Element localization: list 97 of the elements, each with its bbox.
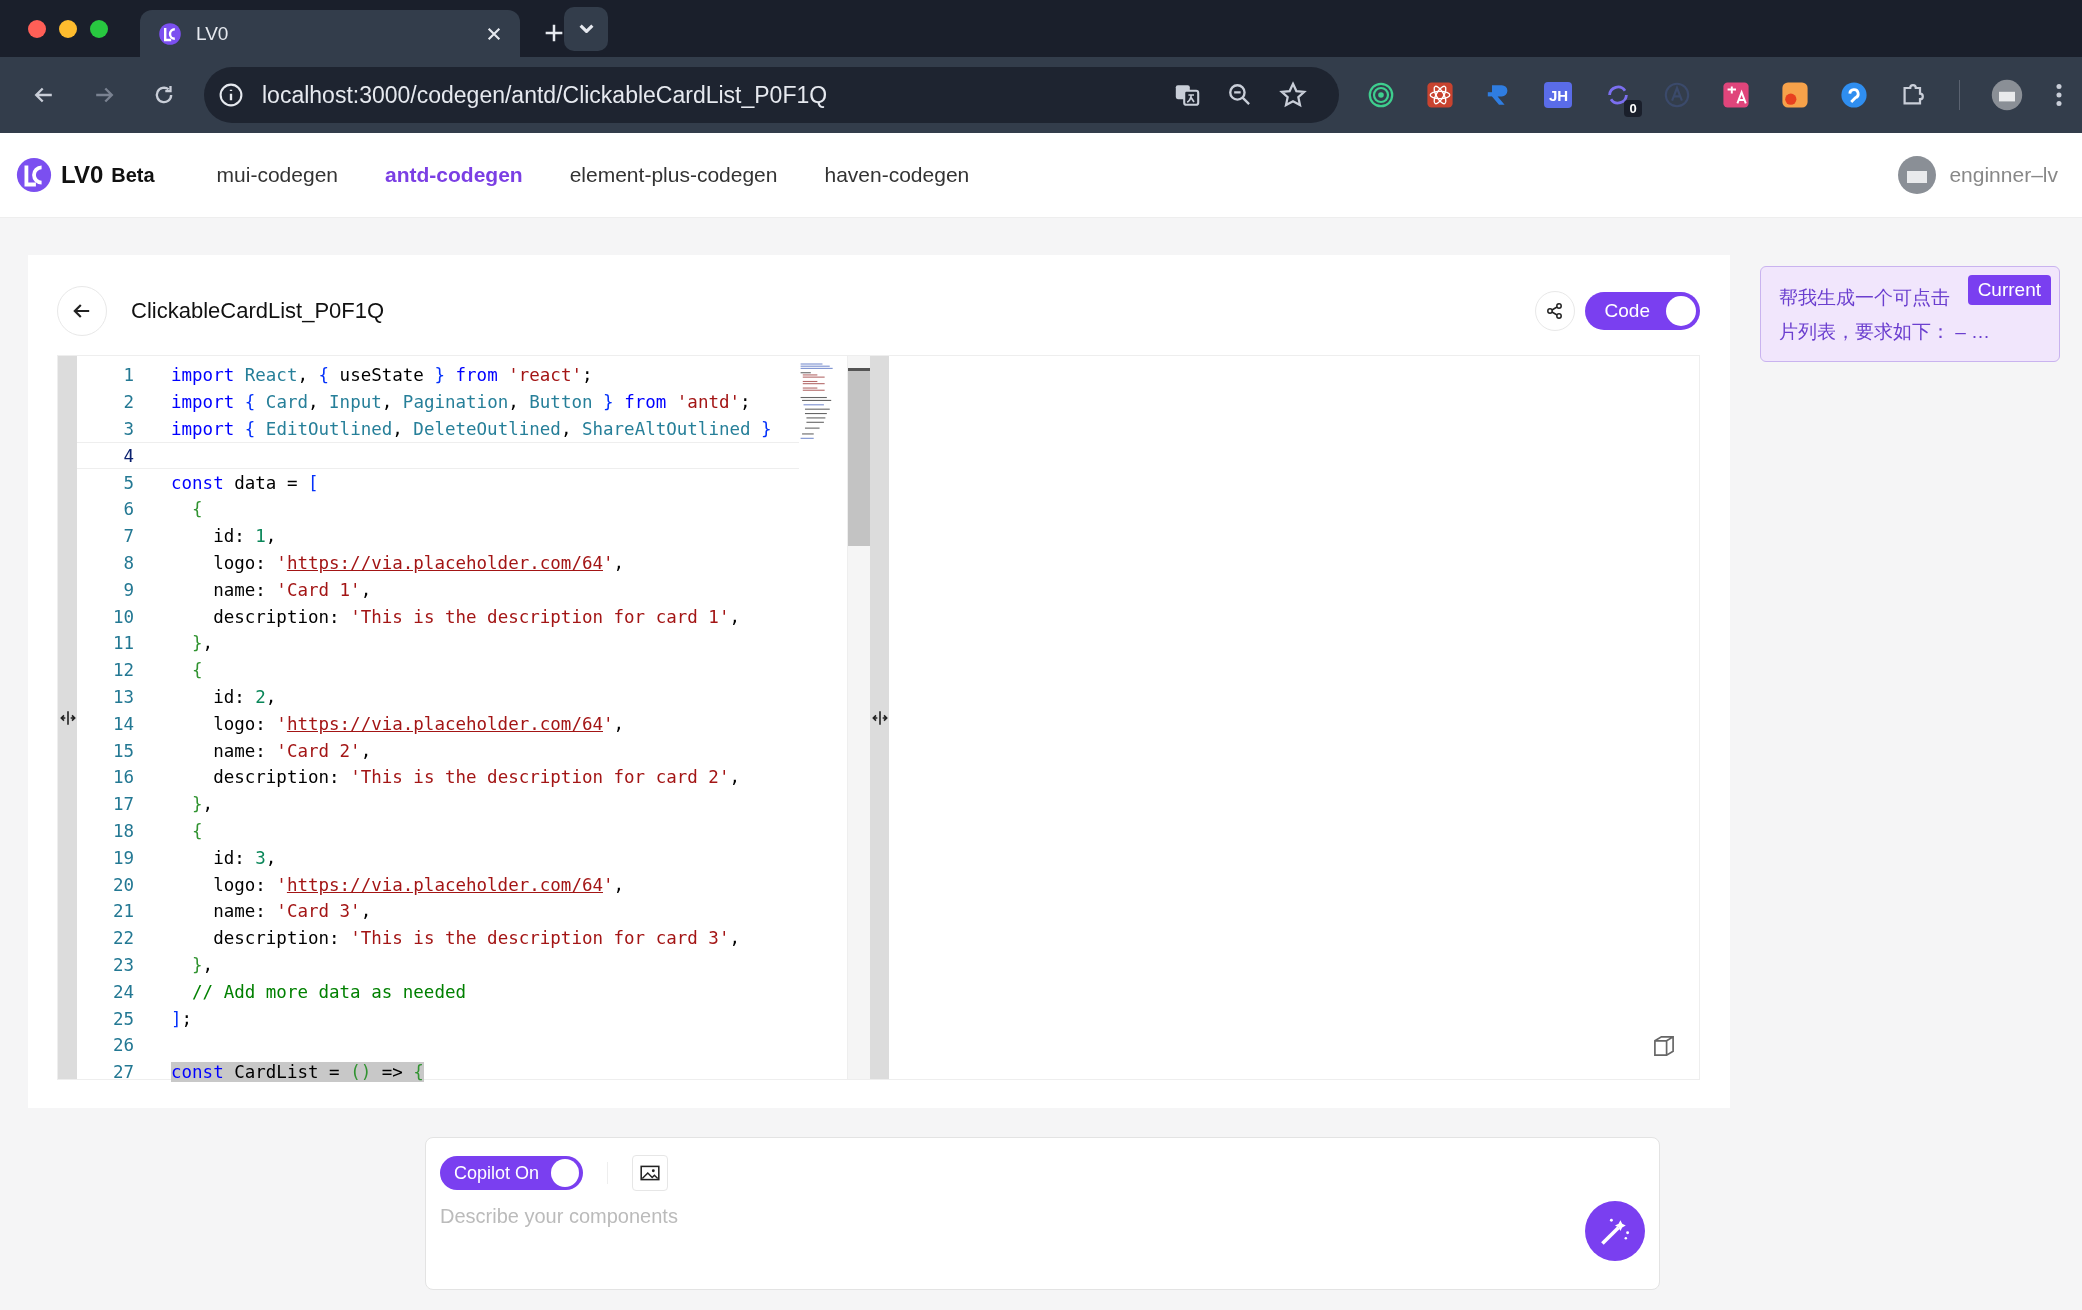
prompt-text: 片列表，要求如下： – … xyxy=(1779,320,1992,344)
line-number: 14 xyxy=(111,713,134,734)
line-number: 4 xyxy=(122,445,134,466)
copilot-toggle[interactable]: Copilot On xyxy=(440,1156,584,1190)
code-line: { xyxy=(191,820,203,841)
star-icon[interactable] xyxy=(1279,81,1307,109)
code-line: name: 'Card 3', xyxy=(212,901,372,922)
current-tag: Current xyxy=(1967,275,2051,305)
code-line: logo: 'https://via.placeholder.com/64', xyxy=(212,713,625,734)
extension-logo-icon[interactable] xyxy=(1840,81,1869,109)
maximize-window-button[interactable] xyxy=(90,19,108,38)
new-tab-icon[interactable] xyxy=(544,23,564,43)
app-name: LV0 xyxy=(61,161,104,189)
line-number: 24 xyxy=(111,981,134,1002)
code-line: name: 'Card 2', xyxy=(212,740,372,761)
nav-link[interactable]: haven-codegen xyxy=(824,163,970,187)
line-number: 11 xyxy=(111,633,134,654)
line-number: 23 xyxy=(111,954,134,975)
line-number: 19 xyxy=(111,847,134,868)
code-line: import { Card, Input, Pagination, Button } from 'antd'; xyxy=(171,392,751,413)
line-number: 10 xyxy=(111,606,134,627)
code-line: id: 1, xyxy=(212,526,277,547)
nav-link[interactable]: antd-codegen xyxy=(385,163,523,187)
close-window-button[interactable] xyxy=(28,19,46,38)
code-line: import { EditOutlined, DeleteOutlined, ShareAltOutlined } xyxy=(171,419,772,439)
line-number: 16 xyxy=(111,767,134,788)
info-icon[interactable] xyxy=(218,82,244,108)
code-line: ]; xyxy=(171,1008,193,1029)
tab-search-button[interactable] xyxy=(564,6,608,51)
line-number: 6 xyxy=(122,499,134,520)
more-icon[interactable] xyxy=(2053,81,2064,109)
extension-badge: 0 xyxy=(1624,100,1642,117)
back-button[interactable] xyxy=(57,286,107,336)
line-number: 1 xyxy=(122,365,134,386)
translate-extension-icon[interactable] xyxy=(1721,81,1750,109)
code-line: { xyxy=(191,499,203,520)
avatar-icon[interactable] xyxy=(1990,79,2023,111)
line-number: 5 xyxy=(122,472,134,493)
line-number: 26 xyxy=(111,1035,134,1056)
extension-button[interactable]: JH xyxy=(1544,82,1573,108)
code-line: description: 'This is the description for card 2', xyxy=(212,767,740,788)
line-number: 27 xyxy=(111,1062,134,1083)
image-upload-button[interactable] xyxy=(632,1155,669,1191)
line-number: 20 xyxy=(111,874,134,895)
code-line: logo: 'https://via.placeholder.com/64', xyxy=(212,552,625,573)
browser-tab[interactable]: LV0 xyxy=(140,10,520,57)
line-number: 25 xyxy=(111,1008,134,1029)
nav-link[interactable]: mui-codegen xyxy=(216,163,338,187)
code-toggle[interactable]: Code xyxy=(1584,292,1700,330)
line-number: 22 xyxy=(111,928,134,949)
line-number: 18 xyxy=(111,820,134,841)
cube-icon[interactable] xyxy=(1651,1033,1677,1059)
line-number: 12 xyxy=(111,660,134,681)
logo-icon xyxy=(158,21,182,46)
code-line: // Add more data as needed xyxy=(191,981,466,1002)
generate-button[interactable] xyxy=(1585,1201,1645,1261)
component-title: ClickableCardList_P0F1Q xyxy=(131,298,385,324)
line-number: 3 xyxy=(122,419,134,439)
prompt-text: 帮我生成一个可点击 xyxy=(1779,286,1951,310)
chevron-down-icon xyxy=(578,24,594,33)
minimize-window-button[interactable] xyxy=(59,19,77,38)
code-line: { xyxy=(191,660,203,681)
code-line: description: 'This is the description for card 1', xyxy=(212,606,740,627)
code-line: description: 'This is the description for card 3', xyxy=(212,928,740,949)
close-tab-icon[interactable] xyxy=(486,25,502,42)
resize-handle-icon[interactable] xyxy=(59,709,76,726)
line-number: 9 xyxy=(122,579,134,600)
address-bar[interactable]: localhost:3000/codegen/antd/ClickableCardList_P0F1Q xyxy=(204,67,1339,123)
zoom-out-icon[interactable] xyxy=(1227,82,1253,108)
scrollbar-thumb[interactable] xyxy=(848,368,870,546)
line-number: 21 xyxy=(111,901,134,922)
code-line: }, xyxy=(191,794,214,815)
code-line: name: 'Card 1', xyxy=(212,579,372,600)
prompt-history-card[interactable]: 帮我生成一个可点击 Current 片列表，要求如下： – … xyxy=(1760,266,2060,362)
target-icon[interactable] xyxy=(1367,81,1395,109)
line-number: 2 xyxy=(122,392,134,413)
beta-label: Beta xyxy=(111,163,155,187)
line-number: 8 xyxy=(122,552,134,573)
prompt-input[interactable]: Describe your components xyxy=(440,1205,1585,1228)
line-number: 15 xyxy=(111,740,134,761)
atom-icon[interactable] xyxy=(1426,81,1455,109)
resize-handle-icon[interactable] xyxy=(871,709,888,726)
code-line: id: 3, xyxy=(212,847,277,868)
share-icon xyxy=(1544,301,1565,321)
code-line: logo: 'https://via.placeholder.com/64', xyxy=(212,874,625,895)
line-number: 17 xyxy=(111,794,134,815)
code-line: const data = [ xyxy=(171,472,319,493)
line-number: 7 xyxy=(122,526,134,547)
code-line: }, xyxy=(191,954,214,975)
logo-icon[interactable] xyxy=(15,156,53,194)
share-button[interactable] xyxy=(1534,291,1575,331)
user-name[interactable]: enginner–lv xyxy=(1949,163,2058,187)
code-line: import React, { useState } from 'react'; xyxy=(171,365,593,386)
nav-link[interactable]: element-plus-codegen xyxy=(569,163,778,187)
code-line: id: 2, xyxy=(212,686,277,707)
line-number: 13 xyxy=(111,686,134,707)
code-line: }, xyxy=(191,633,214,654)
